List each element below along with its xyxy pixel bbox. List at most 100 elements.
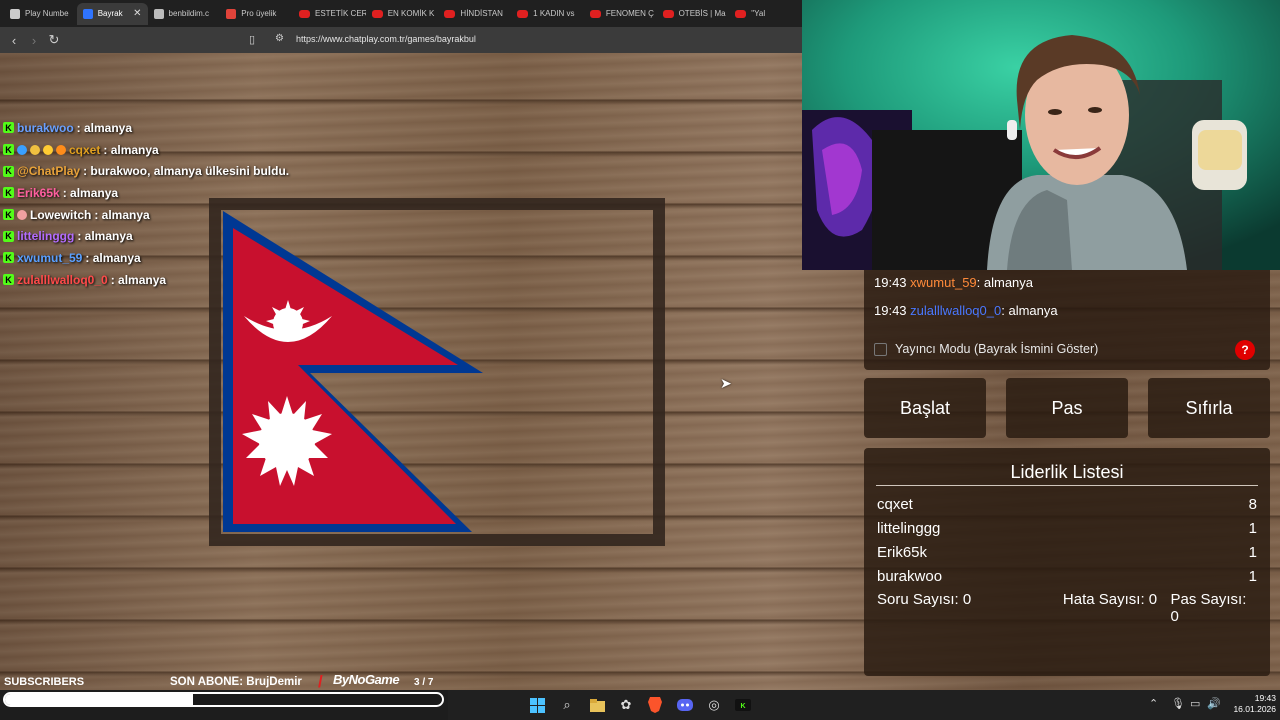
tray-overflow-icon[interactable]: ⌃ (1149, 697, 1158, 710)
display-icon[interactable]: ▭ (1190, 697, 1200, 710)
sponsor-slash-icon: / (318, 672, 323, 691)
last-sub-name: BrujDemir (246, 676, 302, 688)
streamer-mode-toggle[interactable]: Yayıncı Modu (Bayrak İsmini Göster) (874, 342, 1098, 356)
chat-time: 19:43 (874, 303, 907, 318)
screen: Play Numbe Bayrak ✕ benbildim.c Pro üyelik ES… (0, 0, 1280, 720)
game-stats: Soru Sayısı: 0 Hata Sayısı: 0 Pas Sayısı… (877, 591, 1257, 625)
user-badge-icon (30, 144, 40, 155)
help-button[interactable]: ? (1235, 340, 1255, 360)
microphone-icon[interactable]: 🎙 (1171, 697, 1185, 710)
chat-line: Kburakwoo: almanya (3, 117, 289, 139)
leaderboard-row: Erik65k 1 (877, 544, 1257, 561)
leaderboard-row: burakwoo 1 (877, 568, 1257, 585)
brave-browser-icon[interactable] (647, 697, 663, 713)
obs-icon[interactable]: ◎ (706, 697, 722, 713)
nepal-flag (223, 211, 483, 532)
sub-goal-progress (3, 692, 444, 707)
bookmark-icon[interactable]: ▯ (249, 33, 255, 46)
user-badge-icon (56, 144, 66, 155)
browser-tab[interactable]: EN KOMİK K (366, 3, 439, 25)
browser-tab[interactable]: 1 KADIN vs (511, 3, 584, 25)
start-button[interactable]: Başlat (864, 378, 986, 438)
favicon-icon (226, 8, 237, 19)
flag-field (233, 228, 458, 524)
browser-tab[interactable]: ESTETİK CER (293, 3, 366, 25)
clock-date: 16.01.2026 (1233, 704, 1276, 714)
kick-icon[interactable]: K (735, 697, 751, 713)
chat-username: Erik65k (17, 185, 60, 200)
tab-label: 1 KADIN vs (533, 9, 575, 18)
reset-button[interactable]: Sıfırla (1148, 378, 1270, 438)
youtube-icon (371, 9, 383, 18)
leaderboard-row: littelinggg 1 (877, 520, 1257, 537)
leaderboard: Liderlik Listesi cqxet 8 littelinggg 1 E… (864, 448, 1270, 676)
back-icon[interactable]: ‹ (4, 33, 24, 48)
kick-badge-icon: K (3, 209, 14, 221)
browser-tab[interactable]: OTEBİS | Ma (657, 3, 730, 25)
favicon-icon (10, 8, 20, 19)
chat-username: littelinggg (17, 229, 75, 244)
tab-label: "Yal (751, 9, 766, 18)
chat-username: @ChatPlay (17, 164, 81, 179)
chat-text: : almanya (77, 229, 133, 244)
file-explorer-icon[interactable] (589, 697, 605, 713)
kick-badge-icon: K (3, 144, 14, 156)
kick-badge-icon: K (3, 274, 14, 286)
browser-tab[interactable]: Bayrak ✕ (76, 2, 148, 25)
chat-text: : almanya (62, 185, 119, 200)
user-badge-icon (43, 144, 53, 155)
close-tab-icon[interactable]: ✕ (133, 8, 141, 19)
windows-start-icon[interactable] (529, 697, 545, 713)
player-name: Erik65k (877, 544, 928, 561)
tab-label: OTEBİS | Ma (678, 9, 726, 18)
player-name: burakwoo (877, 568, 943, 585)
discord-icon[interactable] (677, 697, 693, 713)
leaderboard-divider (876, 485, 1258, 486)
system-clock[interactable]: 19:43 16.01.2026 (1224, 693, 1276, 715)
chat-text: : almanya (76, 120, 133, 135)
streamer-mode-label: Yayıncı Modu (Bayrak İsmini Göster) (895, 342, 1099, 356)
browser-tab[interactable]: benbildim.c (148, 3, 221, 25)
leaderboard-row: cqxet 8 (877, 496, 1257, 513)
url-field[interactable]: https://www.chatplay.com.tr/games/bayrak… (296, 34, 476, 44)
youtube-icon (517, 9, 529, 18)
kick-badge-icon: K (3, 252, 14, 264)
tab-label: Play Numbe (25, 9, 69, 18)
site-settings-icon[interactable]: ⚙ (275, 33, 284, 44)
browser-tab[interactable]: FENOMEN Ç (584, 3, 657, 25)
chat-message: 19:43 zulalllwalloq0_0: almanya (874, 303, 1058, 318)
search-icon[interactable]: ⌕ (559, 697, 575, 713)
player-score: 1 (1248, 544, 1257, 561)
youtube-icon (735, 9, 747, 18)
kick-badge-icon: K (3, 165, 14, 177)
forward-icon[interactable]: › (24, 33, 44, 48)
chat-line: K @ChatPlay: burakwoo, almanya ülkesini b… (3, 160, 289, 182)
chat-username: cqxet (69, 142, 101, 157)
mouse-cursor-icon: ➤ (720, 375, 732, 391)
last-sub-label: SON ABONE: (170, 676, 244, 688)
player-name: cqxet (877, 496, 913, 513)
browser-tab[interactable]: Pro üyelik (220, 3, 293, 25)
chat-username: xwumut_59 (910, 275, 977, 290)
youtube-icon (444, 9, 456, 18)
chat-text: : almanya (976, 275, 1034, 290)
volume-icon[interactable]: 🔊 (1207, 697, 1221, 710)
chat-text: : almanya (85, 250, 141, 265)
chat-text: : burakwoo, almanya ülkesini buldu. (83, 164, 290, 179)
browser-tab[interactable]: HİNDİSTAN (438, 3, 511, 25)
chatgpt-icon[interactable]: ✿ (618, 697, 634, 713)
chat-username: zulalllwalloq0_0 (17, 272, 108, 287)
tab-label: HİNDİSTAN (460, 9, 503, 18)
browser-tab[interactable]: Play Numbe (4, 3, 77, 25)
game-chat-panel: 19:43 xwumut_59: almanya 19:43 zulalllwa… (864, 270, 1270, 370)
chat-username: zulalllwalloq0_0 (910, 303, 1002, 318)
pass-button[interactable]: Pas (1006, 378, 1128, 438)
reload-icon[interactable]: ↻ (44, 32, 64, 48)
youtube-icon (589, 9, 601, 18)
chat-username: burakwoo (17, 120, 74, 135)
browser-tab[interactable]: "Yal (729, 3, 802, 25)
player-score: 1 (1248, 520, 1257, 537)
streamer-mode-checkbox[interactable] (874, 342, 887, 356)
player-name: littelinggg (877, 520, 941, 537)
kick-badge-icon: K (3, 187, 14, 199)
